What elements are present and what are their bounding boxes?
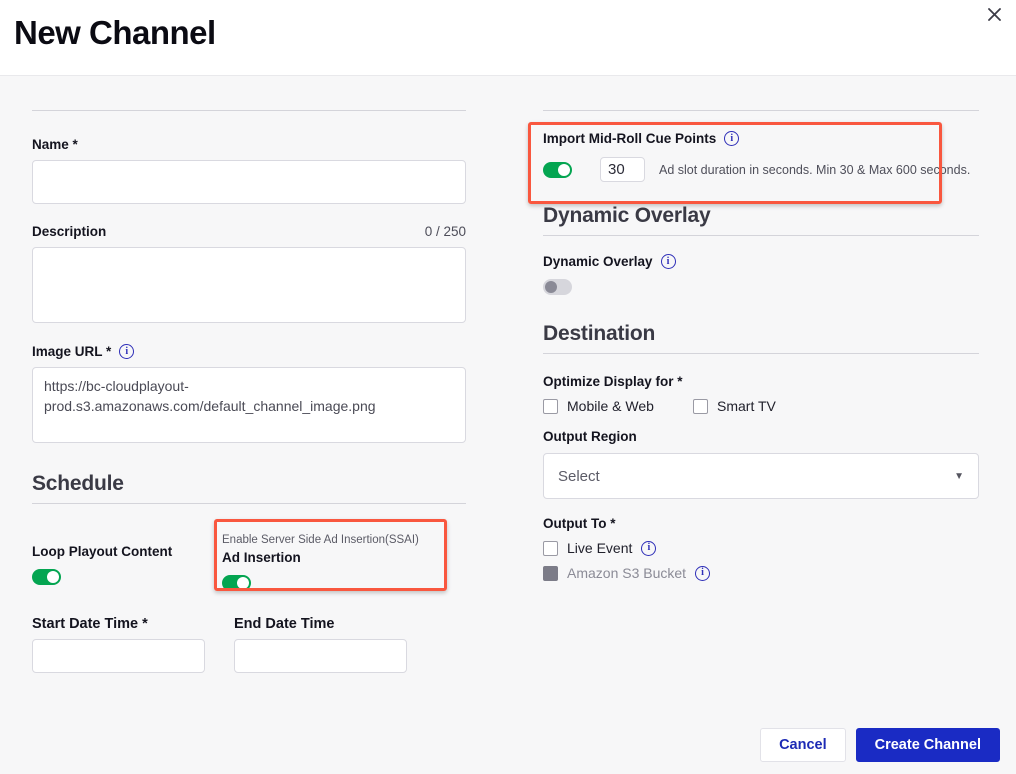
checkbox-label: Mobile & Web [567,398,654,414]
checkbox-label: Amazon S3 Bucket [567,565,686,581]
cue-points-label: Import Mid-Roll Cue Points [543,131,716,146]
start-date-label: Start Date Time * [32,616,205,632]
checkbox-label: Smart TV [717,398,776,414]
checkbox-box[interactable] [543,399,558,414]
description-label-row: Description 0 / 250 [32,224,466,239]
right-column: Import Mid-Roll Cue Points i Ad slot dur… [543,110,979,581]
checkbox-mobile-web[interactable]: Mobile & Web [543,398,693,414]
optimize-display-group: Optimize Display for * Mobile & Web Smar… [543,374,979,414]
end-date-group: End Date Time [234,616,407,673]
cancel-button[interactable]: Cancel [760,728,846,762]
info-icon[interactable]: i [724,131,739,146]
destination-divider [543,353,979,354]
info-icon[interactable]: i [661,254,676,269]
destination-heading: Destination [543,322,979,346]
start-date-group: Start Date Time * [32,616,205,673]
checkbox-amazon-s3-bucket: Amazon S3 Bucket i [543,565,979,581]
checkbox-box [543,566,558,581]
ad-insertion-caption: Enable Server Side Ad Insertion(SSAI) [222,534,462,546]
output-region-label: Output Region [543,429,979,444]
description-label: Description [32,224,106,239]
checkbox-box[interactable] [693,399,708,414]
ad-insertion-group: Enable Server Side Ad Insertion(SSAI) Ad… [222,534,462,596]
output-to-group: Output To * Live Event i Amazon S3 Bucke… [543,516,979,581]
loop-playout-group: Loop Playout Content [32,544,232,590]
dynamic-overlay-label-row: Dynamic Overlay i [543,254,979,269]
dialog-footer: Cancel Create Channel [760,728,1000,762]
cue-points-toggle[interactable] [543,162,572,178]
info-icon[interactable]: i [119,344,134,359]
end-date-label: End Date Time [234,616,407,632]
toggle-knob [558,164,570,176]
image-url-input[interactable] [32,367,466,443]
schedule-heading: Schedule [32,472,466,496]
ad-duration-hint: Ad slot duration in seconds. Min 30 & Ma… [659,163,970,177]
checkbox-live-event[interactable]: Live Event i [543,540,979,556]
toggle-knob [47,571,59,583]
toggle-knob [237,577,249,589]
description-input[interactable] [32,247,466,323]
date-row: Start Date Time * End Date Time [32,616,466,673]
create-channel-button[interactable]: Create Channel [856,728,1000,762]
description-counter: 0 / 250 [425,224,466,239]
schedule-toggles-row: Loop Playout Content Enable Server Side … [32,522,466,606]
checkbox-smart-tv[interactable]: Smart TV [693,398,776,414]
dynamic-overlay-heading: Dynamic Overlay [543,204,979,228]
left-column: Name * Description 0 / 250 Image URL * i… [32,110,466,673]
ad-duration-input[interactable] [600,157,645,182]
end-date-input[interactable] [234,639,407,673]
dynamic-overlay-toggle[interactable] [543,279,572,295]
start-date-input[interactable] [32,639,205,673]
optimize-display-options: Mobile & Web Smart TV [543,398,979,414]
image-url-label: Image URL * [32,344,111,359]
cue-points-group: Import Mid-Roll Cue Points i Ad slot dur… [543,131,979,182]
output-region-value: Select [558,468,600,485]
checkbox-box[interactable] [543,541,558,556]
dynamic-overlay-group: Dynamic Overlay i [543,254,979,300]
name-label: Name * [32,137,466,152]
new-channel-dialog: New Channel Name * Description 0 / 250 I… [0,0,1016,774]
right-top-divider [543,110,979,111]
chevron-down-icon[interactable]: ▼ [954,471,964,482]
dynamic-overlay-divider [543,235,979,236]
dynamic-overlay-label: Dynamic Overlay [543,254,653,269]
cue-points-label-row: Import Mid-Roll Cue Points i [543,131,979,146]
ad-insertion-label: Ad Insertion [222,550,462,565]
output-region-select[interactable]: Select ▼ [543,453,979,499]
toggle-knob [545,281,557,293]
optimize-display-label: Optimize Display for * [543,374,979,389]
info-icon[interactable]: i [641,541,656,556]
page-title: New Channel [14,14,216,52]
close-icon[interactable] [980,0,1008,28]
cue-points-controls: Ad slot duration in seconds. Min 30 & Ma… [543,157,979,182]
output-region-group: Output Region Select ▼ [543,429,979,499]
left-top-divider [32,110,466,111]
schedule-divider [32,503,466,504]
name-input[interactable] [32,160,466,204]
loop-playout-label: Loop Playout Content [32,544,232,559]
loop-playout-toggle[interactable] [32,569,61,585]
output-to-label: Output To * [543,516,979,531]
info-icon[interactable]: i [695,566,710,581]
checkbox-label: Live Event [567,540,632,556]
ad-insertion-toggle[interactable] [222,575,251,591]
dialog-header: New Channel [0,0,1016,76]
image-url-label-row: Image URL * i [32,344,466,359]
